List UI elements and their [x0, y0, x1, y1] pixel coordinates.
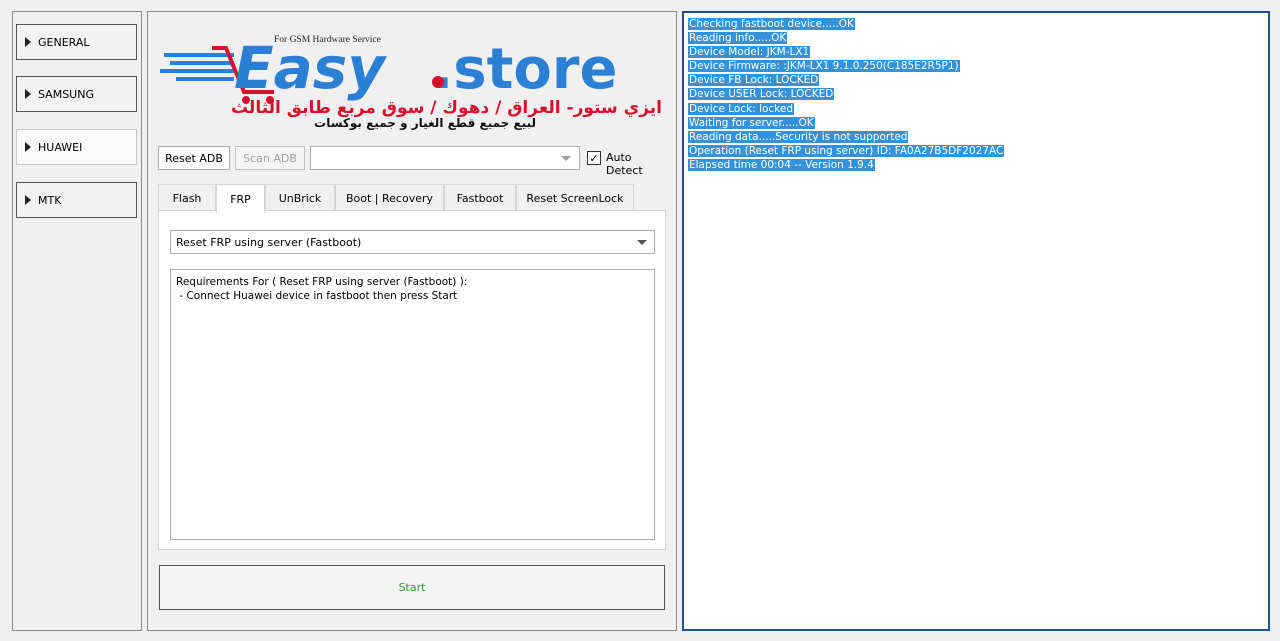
- main-panel: For GSM Hardware Service Easy .store ايز…: [147, 11, 677, 631]
- log-line: Reading info.....OK: [688, 32, 788, 45]
- log-line: Device USER Lock: LOCKED: [688, 88, 835, 101]
- sidebar-item-label: GENERAL: [38, 35, 90, 49]
- device-select[interactable]: [310, 146, 580, 170]
- requirements-textbox[interactable]: Requirements For ( Reset FRP using serve…: [170, 269, 655, 540]
- log-line: Waiting for server.....OK: [688, 116, 815, 129]
- log-line: Operation (Reset FRP using server) ID: F…: [688, 144, 1005, 157]
- auto-detect-label: Auto Detect: [606, 151, 643, 177]
- sidebar-item-mtk[interactable]: MTK: [16, 182, 137, 218]
- log-line: Checking fastboot device.....OK: [688, 18, 855, 30]
- speed-lines-icon: [160, 53, 234, 81]
- log-line: Device FB Lock: LOCKED: [688, 74, 820, 87]
- chevron-down-icon: [637, 240, 647, 245]
- reset-adb-button[interactable]: Reset ADB: [158, 146, 230, 170]
- easy-store-logo: For GSM Hardware Service Easy .store ايز…: [160, 34, 662, 131]
- frp-operation-value: Reset FRP using server (Fastboot): [176, 235, 362, 249]
- sidebar-item-label: SAMSUNG: [38, 87, 94, 101]
- tab-fastboot[interactable]: Fastboot: [444, 184, 516, 212]
- log-line: Reading data.....Security is not support…: [688, 130, 909, 143]
- log-output[interactable]: Checking fastboot device.....OK Reading …: [682, 11, 1270, 631]
- logo-brand-right: .store: [432, 37, 617, 102]
- frp-tab-panel: Reset FRP using server (Fastboot) Requir…: [158, 210, 666, 550]
- sidebar-item-samsung[interactable]: SAMSUNG: [16, 76, 137, 112]
- tab-boot-recovery[interactable]: Boot | Recovery: [335, 184, 444, 212]
- start-button[interactable]: Start: [159, 565, 665, 610]
- sidebar-item-label: MTK: [38, 193, 62, 207]
- tab-unbrick[interactable]: UnBrick: [265, 184, 335, 212]
- tab-flash[interactable]: Flash: [158, 184, 216, 212]
- scan-adb-button[interactable]: Scan ADB: [235, 146, 305, 170]
- triangle-right-icon: [25, 142, 31, 152]
- triangle-right-icon: [25, 89, 31, 99]
- logo-arabic-subtitle: لبيع جميع قطع الغيار و جميع بوكسات: [314, 116, 536, 131]
- tab-reset-screenlock[interactable]: Reset ScreenLock: [516, 184, 634, 212]
- sidebar-item-huawei[interactable]: HUAWEI: [16, 129, 137, 165]
- log-line: Device Lock: locked: [688, 102, 795, 115]
- triangle-right-icon: [25, 37, 31, 47]
- adb-toolbar: Reset ADB Scan ADB ✓ Auto Detect: [158, 146, 670, 177]
- triangle-right-icon: [25, 195, 31, 205]
- logo-dot-icon: [432, 76, 444, 88]
- chevron-down-icon: [561, 156, 571, 161]
- logo-brand-left: Easy: [234, 34, 387, 102]
- auto-detect-checkbox[interactable]: ✓: [587, 151, 601, 165]
- log-line: Device Model: JKM-LX1: [688, 46, 811, 59]
- sidebar-item-general[interactable]: GENERAL: [16, 24, 137, 60]
- sidebar-item-label: HUAWEI: [38, 140, 83, 154]
- frp-operation-select[interactable]: Reset FRP using server (Fastboot): [170, 230, 655, 254]
- logo-arabic-address: ايزي ستور- العراق / دهوك / سوق مربع طابق…: [231, 98, 662, 118]
- tab-frp[interactable]: FRP: [216, 184, 265, 213]
- log-line: Elapsed time 00:04 -- Version 1.9.4: [688, 158, 875, 171]
- log-line: Device Firmware: :JKM-LX1 9.1.0.250(C185…: [688, 60, 960, 73]
- category-sidebar: GENERAL SAMSUNG HUAWEI MTK: [12, 11, 142, 631]
